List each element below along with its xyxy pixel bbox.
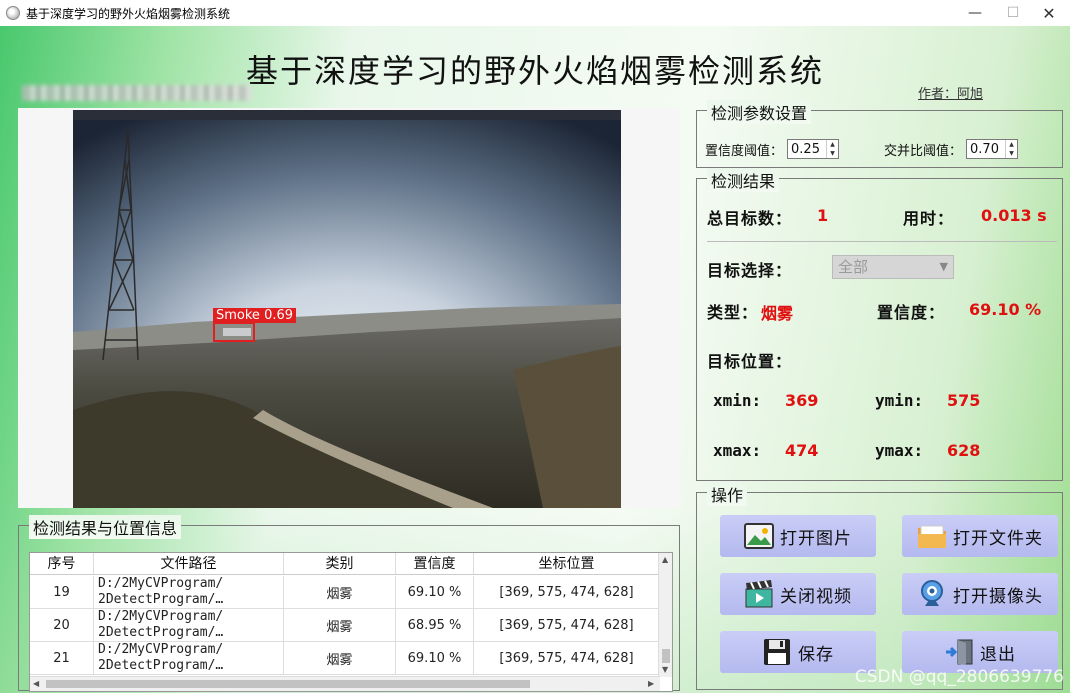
row-confidence: 69.10 % — [396, 642, 474, 674]
operations-group: 操作 打开图片 打开文件夹 关闭视频 打开摄像头 保存 退出 — [696, 482, 1063, 690]
detection-label: Smoke 0.69 — [213, 308, 297, 323]
spin-arrows-icon[interactable]: ▲ ▼ — [1005, 140, 1017, 158]
type-label: 类型： — [707, 303, 759, 322]
minimize-button[interactable]: — — [956, 0, 994, 26]
row-index: 20 — [30, 609, 94, 641]
total-targets-label: 总目标数： — [707, 209, 793, 228]
confidence-value: 69.10 % — [969, 300, 1042, 319]
folder-icon — [917, 522, 947, 550]
row-coords: [369, 575, 474, 628] — [474, 609, 660, 641]
row-confidence: 68.95 % — [396, 609, 474, 641]
row-confidence: 69.10 % — [396, 576, 474, 608]
column-header[interactable]: 文件路径 — [94, 553, 284, 574]
row-coords: [369, 575, 474, 628] — [474, 576, 660, 608]
scene-graphic — [73, 110, 621, 508]
xmin-value: 369 — [785, 391, 819, 410]
blurred-path-label — [22, 85, 252, 101]
iou-threshold-spinbox[interactable]: 0.70 ▲ ▼ — [966, 139, 1019, 159]
image-icon — [744, 522, 774, 550]
column-header[interactable]: 坐标位置 — [474, 553, 660, 574]
row-index: 21 — [30, 642, 94, 674]
column-header[interactable]: 序号 — [30, 553, 94, 574]
results-table-group: 检测结果与位置信息 序号 文件路径 类别 置信度 坐标位置 19 D:/2MyC… — [18, 515, 680, 692]
table-row[interactable]: 20 D:/2MyCVProgram/ 2DetectProgram/… 烟雾 … — [30, 609, 660, 642]
ymin-value: 575 — [947, 391, 981, 410]
video-clapper-icon — [744, 580, 774, 608]
close-video-button[interactable]: 关闭视频 — [720, 573, 876, 615]
ymax-value: 628 — [947, 441, 981, 460]
app-icon — [6, 6, 20, 20]
iou-threshold-label: 交并比阈值： — [884, 143, 963, 159]
target-select-combobox[interactable]: 全部 ▼ — [832, 255, 954, 279]
window-title: 基于深度学习的野外火焰烟雾检测系统 — [26, 6, 231, 21]
scroll-down-icon[interactable]: ▼ — [662, 665, 668, 674]
ymax-label: ymax: — [875, 441, 924, 460]
fire-scene-image: Smoke 0.69 — [73, 110, 621, 508]
chevron-down-icon: ▼ — [939, 260, 948, 273]
conf-threshold-label: 置信度阈值： — [705, 143, 784, 159]
open-camera-button[interactable]: 打开摄像头 — [902, 573, 1058, 615]
row-category: 烟雾 — [284, 576, 396, 608]
scrollbar-thumb[interactable] — [46, 680, 530, 688]
row-index: 19 — [30, 576, 94, 608]
vertical-scrollbar[interactable]: ▲ ▼ — [658, 553, 672, 677]
row-coords: [369, 575, 474, 628] — [474, 642, 660, 674]
target-select-label: 目标选择： — [707, 261, 793, 280]
save-icon — [762, 638, 792, 666]
scroll-right-icon[interactable]: ▶ — [648, 679, 654, 688]
horizontal-scrollbar[interactable]: ◀ ▶ — [30, 676, 660, 691]
column-header[interactable]: 置信度 — [396, 553, 474, 574]
table-row[interactable]: 21 D:/2MyCVProgram/ 2DetectProgram/… 烟雾 … — [30, 642, 660, 675]
scrollbar-thumb[interactable] — [662, 649, 670, 663]
xmin-label: xmin: — [713, 391, 762, 410]
row-file-path: D:/2MyCVProgram/ 2DetectProgram/… — [94, 642, 284, 674]
results-table-title: 检测结果与位置信息 — [29, 515, 182, 539]
watermark: CSDN @qq_2806639776 — [854, 667, 1064, 687]
save-button[interactable]: 保存 — [720, 631, 876, 673]
scroll-up-icon[interactable]: ▲ — [662, 555, 668, 564]
row-category: 烟雾 — [284, 642, 396, 674]
results-group-title: 检测结果 — [707, 168, 780, 192]
image-display: Smoke 0.69 — [18, 108, 680, 508]
xmax-label: xmax: — [713, 441, 762, 460]
exit-door-icon — [944, 638, 974, 666]
type-value: 烟雾 — [761, 304, 794, 323]
results-table[interactable]: 序号 文件路径 类别 置信度 坐标位置 19 D:/2MyCVProgram/ … — [29, 552, 673, 692]
ymin-label: ymin: — [875, 391, 924, 410]
row-category: 烟雾 — [284, 609, 396, 641]
column-header[interactable]: 类别 — [284, 553, 396, 574]
row-file-path: D:/2MyCVProgram/ 2DetectProgram/… — [94, 609, 284, 641]
conf-threshold-spinbox[interactable]: 0.25 ▲ ▼ — [787, 139, 840, 159]
webcam-icon — [917, 580, 947, 608]
time-value: 0.013 s — [981, 206, 1047, 225]
client-area: 基于深度学习的野外火焰烟雾检测系统 作者：阿旭 Smoke 0.69 检测参数设… — [0, 26, 1070, 693]
operations-group-title: 操作 — [707, 482, 748, 506]
window-titlebar: 基于深度学习的野外火焰烟雾检测系统 — ☐ ✕ — [0, 0, 1070, 26]
close-button[interactable]: ✕ — [1030, 0, 1068, 26]
params-group: 检测参数设置 置信度阈值： 0.25 ▲ ▼ 交并比阈值： 0.70 ▲ ▼ — [696, 100, 1063, 168]
table-header: 序号 文件路径 类别 置信度 坐标位置 — [30, 553, 660, 575]
scroll-left-icon[interactable]: ◀ — [33, 679, 39, 688]
params-group-title: 检测参数设置 — [707, 100, 812, 124]
maximize-button[interactable]: ☐ — [994, 0, 1032, 26]
author-label: 作者：阿旭 — [918, 87, 984, 102]
results-group: 检测结果 总目标数： 1 用时： 0.013 s 目标选择： 全部 ▼ 类型： … — [696, 168, 1063, 481]
open-image-button[interactable]: 打开图片 — [720, 515, 876, 557]
xmax-value: 474 — [785, 441, 819, 460]
table-row[interactable]: 19 D:/2MyCVProgram/ 2DetectProgram/… 烟雾 … — [30, 576, 660, 609]
total-targets-value: 1 — [817, 206, 829, 225]
table-body: 19 D:/2MyCVProgram/ 2DetectProgram/… 烟雾 … — [30, 576, 660, 675]
spin-arrows-icon[interactable]: ▲ ▼ — [826, 140, 838, 158]
time-label: 用时： — [903, 209, 955, 228]
row-file-path: D:/2MyCVProgram/ 2DetectProgram/… — [94, 576, 284, 608]
confidence-label: 置信度： — [877, 303, 946, 322]
open-folder-button[interactable]: 打开文件夹 — [902, 515, 1058, 557]
target-position-label: 目标位置： — [707, 352, 793, 371]
detection-box — [213, 322, 255, 342]
